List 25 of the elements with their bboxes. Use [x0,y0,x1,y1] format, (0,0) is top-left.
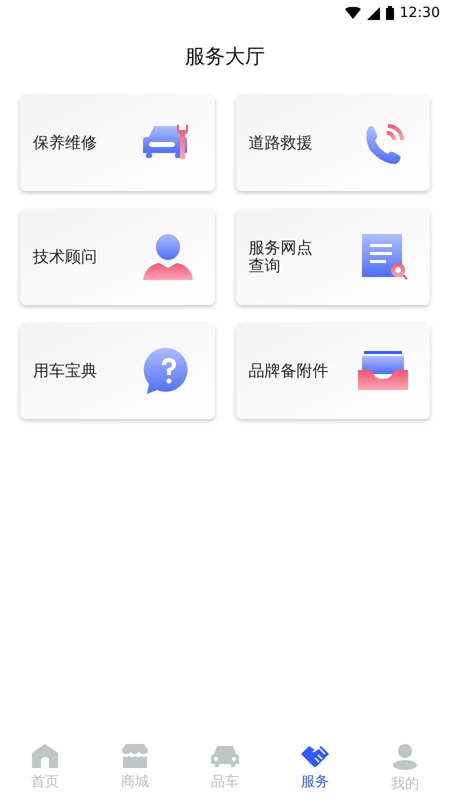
tray-icon [358,351,408,391]
status-time: 12:30 [400,4,440,22]
tab-item[interactable]: 服务 [270,744,360,793]
service-label: 技术顾问 [33,248,97,266]
battery-icon [386,6,394,20]
service-label: 服务网点查询 [248,239,314,275]
signal-icon [366,6,380,20]
wifi-icon [344,7,361,19]
service-label: 用车宝典 [33,362,97,380]
service-label: 品牌备附件 [248,362,328,380]
service-card[interactable]: 保养维修 [20,95,214,191]
service-label: 保养维修 [33,134,97,152]
service-card[interactable]: 用车宝典 [20,323,214,419]
user-icon [392,744,418,770]
home-icon [32,744,58,768]
service-card[interactable]: 技术顾问 [20,209,214,305]
service-card[interactable]: 品牌备附件 [236,323,430,419]
page-title: 服务大厅 [185,43,265,70]
store-icon [122,744,148,768]
service-card[interactable]: 服务网点查询 [236,209,430,305]
person-icon [142,234,192,280]
service-card[interactable]: 道路救援 [236,95,430,191]
handshake-icon [301,744,329,768]
car-icon [211,744,239,768]
service-label: 道路救援 [248,134,312,152]
